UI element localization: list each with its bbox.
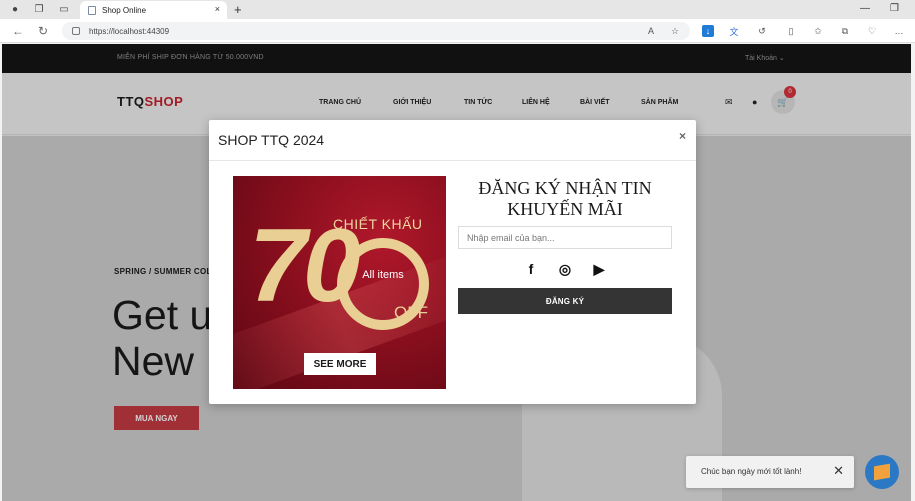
tab-close-icon[interactable]: × [215,4,220,14]
translate-icon[interactable]: 文 [728,25,740,37]
back-icon[interactable]: ← [12,24,24,38]
profile-icon[interactable]: ● [8,3,22,16]
minimize-icon[interactable]: — [860,3,870,14]
toast-message: Chúc bạn ngày mới tốt lành! [701,467,802,476]
lock-icon [72,27,80,35]
url-field[interactable]: https://localhost:44309 [62,22,690,40]
collections-toolbar-icon[interactable]: ⧉ [839,25,851,37]
favorites-icon[interactable]: ✩ [812,25,824,37]
browser-tabbar: ● ❐ ▭ Shop Online × + — ❐ [0,0,915,19]
toast-close-icon[interactable]: ✕ [833,463,844,479]
refresh-icon[interactable]: ↻ [38,24,48,38]
browser-address-bar: ← ↻ https://localhost:44309 A ☆ ↓ 文 ↺ ▯ … [0,19,915,43]
newsletter-title-line1: ĐĂNG KÝ NHẬN TIN [478,178,652,198]
page-favicon-icon [88,5,96,15]
read-aloud-icon[interactable]: A [645,25,657,37]
collections-icon[interactable]: ❐ [32,3,46,16]
chat-widget-button[interactable] [865,455,899,489]
promo-image[interactable]: CHIẾT KHẤU 70 All items OFF SEE MORE [233,176,446,389]
modal-divider [209,160,696,161]
instagram-icon[interactable]: ◎ [556,260,574,278]
split-screen-icon[interactable]: ▯ [785,25,797,37]
restore-icon[interactable]: ❐ [890,3,899,14]
browser-essentials-icon[interactable]: ♡ [866,25,878,37]
social-links: f ◎ ▶ [458,260,672,278]
sync-icon[interactable]: ↺ [756,25,768,37]
tab-title: Shop Online [102,5,147,15]
modal-title: SHOP TTQ 2024 [218,132,325,148]
package-icon [874,463,890,481]
modal-close-icon[interactable]: × [679,129,686,143]
promo-off: OFF [394,303,428,322]
promo-number: 70 [249,208,361,324]
see-more-button[interactable]: SEE MORE [304,353,376,375]
facebook-icon[interactable]: f [522,260,540,278]
favorite-star-icon[interactable]: ☆ [669,25,681,37]
promo-all-items: All items [362,269,404,281]
youtube-icon[interactable]: ▶ [590,260,608,278]
signup-button[interactable]: ĐĂNG KÝ [458,288,672,314]
email-input[interactable] [458,226,672,249]
new-tab-icon[interactable]: + [234,2,242,17]
newsletter-modal: SHOP TTQ 2024 × CHIẾT KHẤU 70 All items … [209,120,696,404]
extension-icon[interactable]: ↓ [702,25,714,37]
newsletter-title: ĐĂNG KÝ NHẬN TIN KHUYẾN MÃI [458,178,672,220]
more-menu-icon[interactable]: … [893,25,905,37]
url-text: https://localhost:44309 [89,26,170,36]
browser-tab[interactable]: Shop Online × [80,1,227,19]
tab-actions-icon[interactable]: ▭ [57,3,71,16]
newsletter-title-line2: KHUYẾN MÃI [507,199,623,220]
greeting-toast: Chúc bạn ngày mới tốt lành! ✕ [686,456,854,488]
